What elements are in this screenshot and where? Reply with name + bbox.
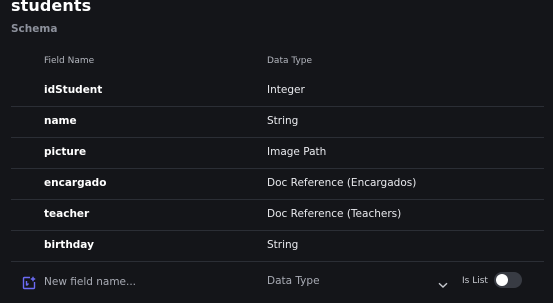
header-field-name: Field Name	[44, 56, 95, 66]
toggle-knob	[496, 274, 508, 286]
is-list-toggle[interactable]	[494, 272, 522, 288]
schema-subtitle: Schema	[11, 23, 58, 35]
field-name: encargado	[44, 177, 107, 189]
field-name: name	[44, 115, 77, 127]
data-type-select-label: Data Type	[267, 275, 320, 287]
field-name: picture	[44, 146, 87, 158]
field-type: Integer	[267, 84, 305, 96]
field-row[interactable]: teacher Doc Reference (Teachers)	[11, 200, 544, 231]
field-type: Image Path	[267, 146, 327, 158]
data-type-select[interactable]: Data Type	[267, 271, 459, 293]
chevron-down-icon	[437, 276, 449, 288]
schema-panel: students Schema Field Name Data Type idS…	[0, 0, 553, 303]
header-data-type: Data Type	[267, 56, 313, 66]
field-row[interactable]: picture Image Path	[11, 138, 544, 169]
field-name: teacher	[44, 208, 90, 220]
schema-table: Field Name Data Type idStudent Integer n…	[0, 46, 553, 262]
field-row[interactable]: birthday String	[11, 231, 544, 262]
table-header: Field Name Data Type	[0, 46, 553, 76]
add-field-icon[interactable]	[22, 275, 36, 290]
field-name: idStudent	[44, 84, 103, 96]
field-type: String	[267, 115, 299, 127]
field-name: birthday	[44, 239, 94, 251]
collection-title: students	[11, 0, 92, 15]
field-row[interactable]: idStudent Integer	[11, 76, 544, 107]
field-type: Doc Reference (Encargados)	[267, 177, 417, 189]
field-row[interactable]: encargado Doc Reference (Encargados)	[11, 169, 544, 200]
field-type: String	[267, 239, 299, 251]
is-list-label: Is List	[462, 276, 488, 286]
field-type: Doc Reference (Teachers)	[267, 208, 402, 220]
new-field-name-input[interactable]	[44, 273, 244, 291]
new-field-row: Data Type Is List	[11, 264, 544, 300]
field-row[interactable]: name String	[11, 107, 544, 138]
